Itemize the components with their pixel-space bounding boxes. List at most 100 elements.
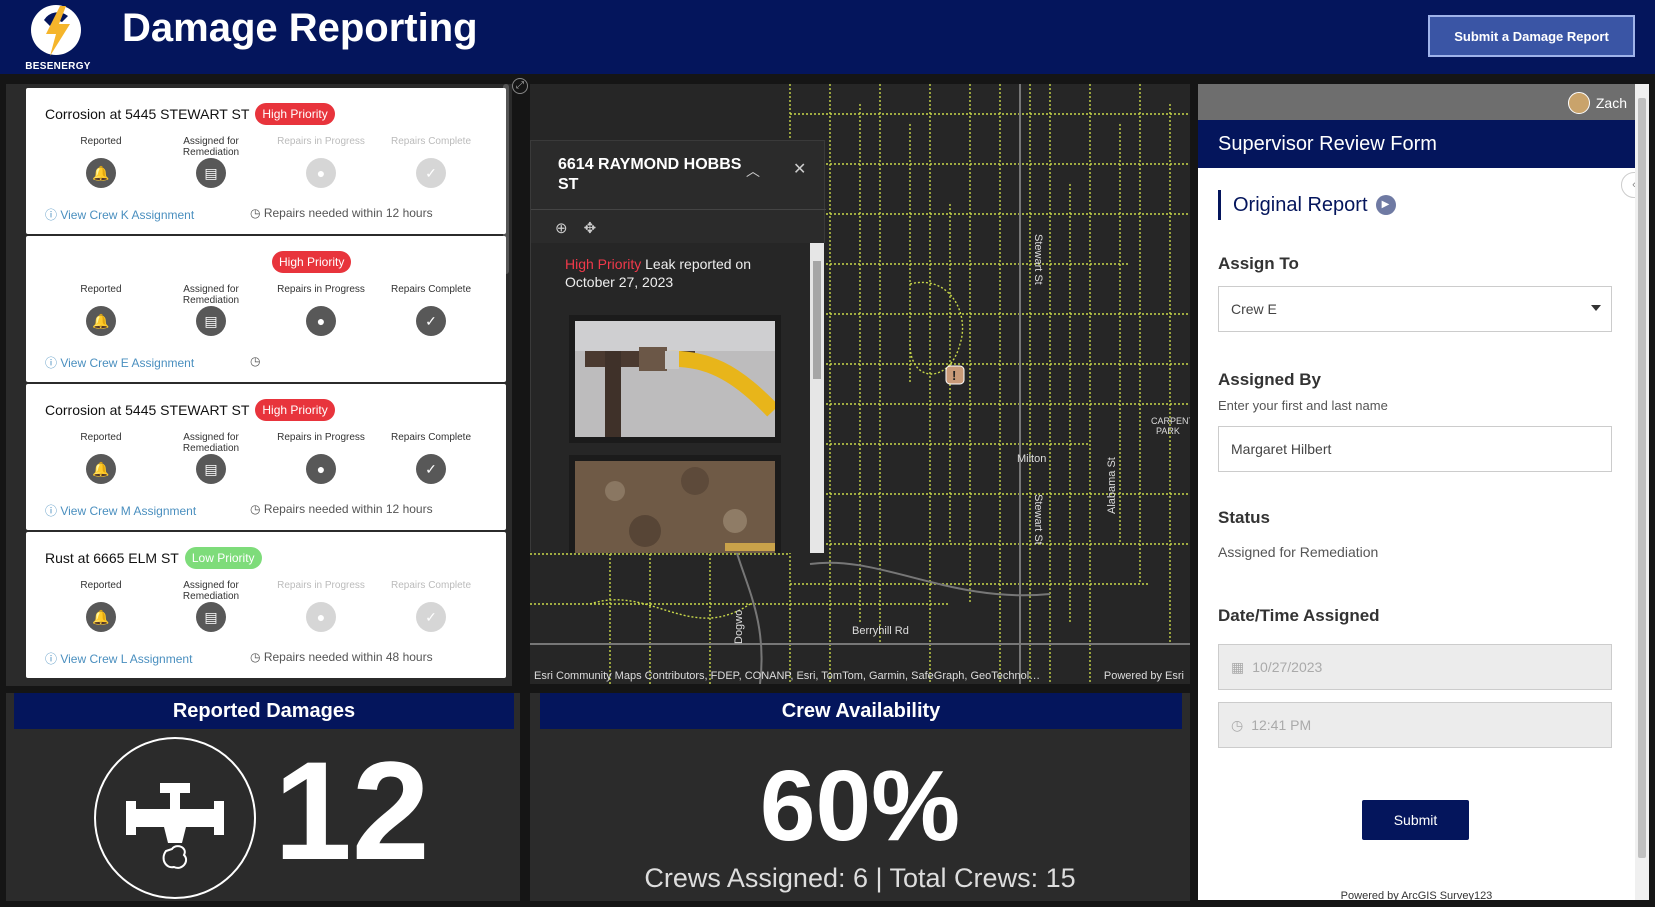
check-icon: ✓ [416, 158, 446, 188]
check-icon: ✓ [416, 454, 446, 484]
form-submit-button[interactable]: Submit [1362, 800, 1469, 840]
card-title-text: Corrosion at 5445 STEWART ST [45, 106, 250, 122]
view-crew-link[interactable]: ⓘ View Crew K Assignment [45, 206, 250, 223]
damage-card[interactable]: Rust at 6665 ELM ST Low Priority Reporte… [26, 532, 506, 678]
step-in-progress: Repairs in Progress ● [266, 580, 376, 632]
step-complete: Repairs Complete ✓ [376, 432, 486, 484]
repair-deadline: ◷ Repairs needed within 12 hours [250, 206, 433, 223]
view-crew-link[interactable]: ⓘ View Crew M Assignment [45, 502, 250, 519]
step-reported: Reported 🔔 [46, 580, 156, 632]
clock-icon: ◷ [250, 502, 264, 516]
close-icon[interactable]: ✕ [793, 159, 806, 179]
bell-icon: 🔔 [86, 306, 116, 336]
info-icon: ⓘ [45, 504, 61, 518]
step-label: Assigned for Remediation [182, 432, 240, 454]
step-label: Reported [80, 284, 122, 295]
clock-icon: ◷ [1231, 716, 1244, 733]
repair-deadline: ◷ Repairs needed within 48 hours [250, 650, 433, 667]
step-reported: Reported 🔔 [46, 284, 156, 336]
view-crew-link[interactable]: ⓘ View Crew L Assignment [45, 650, 250, 667]
expand-icon[interactable]: ⤢ [512, 78, 528, 94]
zoom-to-icon[interactable]: ⊕ [555, 219, 568, 237]
card-title: High Priority [266, 250, 352, 274]
app-header: BESENERGY Damage Reporting Submit a Dama… [0, 0, 1655, 74]
priority-badge: Low Priority [184, 547, 262, 569]
date-input[interactable]: ▦ 10/27/2023 [1218, 644, 1612, 690]
reported-damages-title: Reported Damages [14, 693, 514, 729]
calendar-icon: ▦ [1231, 658, 1245, 675]
crew-summary: Crews Assigned: 6 | Total Crews: 15 [644, 863, 1076, 893]
app-title: Damage Reporting [122, 6, 478, 50]
popup-priority: High Priority [565, 256, 642, 272]
pan-icon[interactable]: ✥ [584, 219, 597, 237]
damage-card[interactable]: Corrosion at 5445 STEWART ST High Priori… [26, 88, 506, 234]
datetime-label: Date/Time Assigned [1218, 606, 1380, 625]
crew-link-text[interactable]: View Crew M Assignment [60, 504, 196, 518]
map-label-stewart-south: Stewart St [1032, 494, 1044, 545]
feature-popup[interactable]: 6614 RAYMOND HOBBS ST ︿ ✕ ⊕ ✥ High Prior… [530, 140, 826, 553]
lightning-bolt-icon [31, 5, 81, 56]
faucet-leak-icon [94, 737, 256, 899]
card-footer: ⓘ View Crew E Assignment ◷ [45, 354, 485, 371]
crew-link-text[interactable]: View Crew L Assignment [60, 652, 192, 666]
step-label: Reported [80, 580, 122, 591]
user-menu[interactable]: Zach [1567, 92, 1627, 114]
popup-scroll-thumb[interactable] [813, 261, 821, 379]
assigned-by-input[interactable]: Margaret Hilbert [1218, 426, 1612, 472]
collapse-side-icon[interactable]: ‹ [1621, 172, 1635, 198]
chevron-up-icon[interactable]: ︿ [746, 161, 760, 181]
popup-tools: ⊕ ✥ [555, 219, 596, 237]
popup-description: High Priority Leak reported on October 2… [565, 255, 775, 291]
step-in-progress: Repairs in Progress ● [266, 432, 376, 484]
supervisor-review-form[interactable]: Zach Supervisor Review Form Original Rep… [1198, 84, 1635, 900]
damage-marker-icon[interactable]: ! [945, 365, 965, 385]
map-label-dogwood: Dogwo [733, 610, 745, 644]
logo-text: BESENERGY [25, 61, 91, 72]
damage-photo-soil[interactable] [569, 455, 781, 553]
form-scroll-thumb[interactable] [1638, 98, 1646, 858]
crew-link-text[interactable]: View Crew K Assignment [60, 208, 194, 222]
step-assigned: Assigned for Remediation ▤ [156, 580, 266, 632]
expand-arrow-icon[interactable]: ▶ [1375, 195, 1396, 215]
assign-to-select[interactable]: Crew E [1218, 286, 1612, 332]
assign-to-label: Assign To [1218, 254, 1299, 273]
crew-availability-percent: 60% [759, 750, 961, 862]
step-complete: Repairs Complete ✓ [376, 580, 486, 632]
card-footer: ⓘ View Crew M Assignment ◷ Repairs neede… [45, 502, 485, 519]
popup-scrollbar[interactable] [810, 243, 824, 553]
crew-availability-title: Crew Availability [540, 693, 1182, 729]
popup-body[interactable]: High Priority Leak reported on October 2… [531, 243, 826, 553]
original-report-section[interactable]: Original Report ▶ [1218, 190, 1396, 220]
step-label: Repairs in Progress [277, 580, 365, 591]
damage-list[interactable]: Corrosion at 5445 STEWART ST High Priori… [6, 84, 512, 686]
powered-by-esri[interactable]: Powered by Esri [1104, 670, 1184, 682]
map-label-stewart-north: Stewart St [1032, 234, 1044, 285]
bell-icon: 🔔 [86, 602, 116, 632]
crew-icon: ● [306, 158, 336, 188]
card-footer: ⓘ View Crew L Assignment ◷ Repairs neede… [45, 650, 485, 667]
crew-icon: ● [306, 306, 336, 336]
priority-badge: High Priority [255, 399, 335, 421]
view-crew-link[interactable]: ⓘ View Crew E Assignment [45, 354, 250, 371]
map-label-alabama: Alabama St [1106, 457, 1118, 514]
date-value: 10/27/2023 [1252, 659, 1323, 675]
chevron-down-icon [1591, 305, 1601, 311]
repair-note: Repairs needed within 48 hours [263, 650, 433, 664]
status-steps: Reported 🔔 Assigned for Remediation ▤ Repa… [46, 284, 486, 336]
submit-damage-report-button[interactable]: Submit a Damage Report [1428, 15, 1635, 57]
step-label: Repairs in Progress [277, 136, 365, 147]
app-root: BESENERGY Damage Reporting Submit a Dama… [0, 0, 1655, 907]
clock-icon: ◷ [250, 650, 264, 664]
time-value: 12:41 PM [1251, 717, 1312, 733]
step-label: Assigned for Remediation [182, 580, 240, 602]
damage-card[interactable]: High Priority Reported 🔔 Assigned for Rem… [26, 236, 506, 382]
damage-card[interactable]: Corrosion at 5445 STEWART ST High Priori… [26, 384, 506, 530]
damage-count: 12 [274, 732, 430, 889]
clipboard-icon: ▤ [196, 454, 226, 484]
step-reported: Reported 🔔 [46, 136, 156, 188]
avatar [1567, 92, 1590, 114]
form-scrollbar[interactable] [1635, 84, 1649, 900]
time-input[interactable]: ◷ 12:41 PM [1218, 702, 1612, 748]
crew-link-text[interactable]: View Crew E Assignment [60, 356, 194, 370]
damage-photo-pipe[interactable] [569, 315, 781, 443]
